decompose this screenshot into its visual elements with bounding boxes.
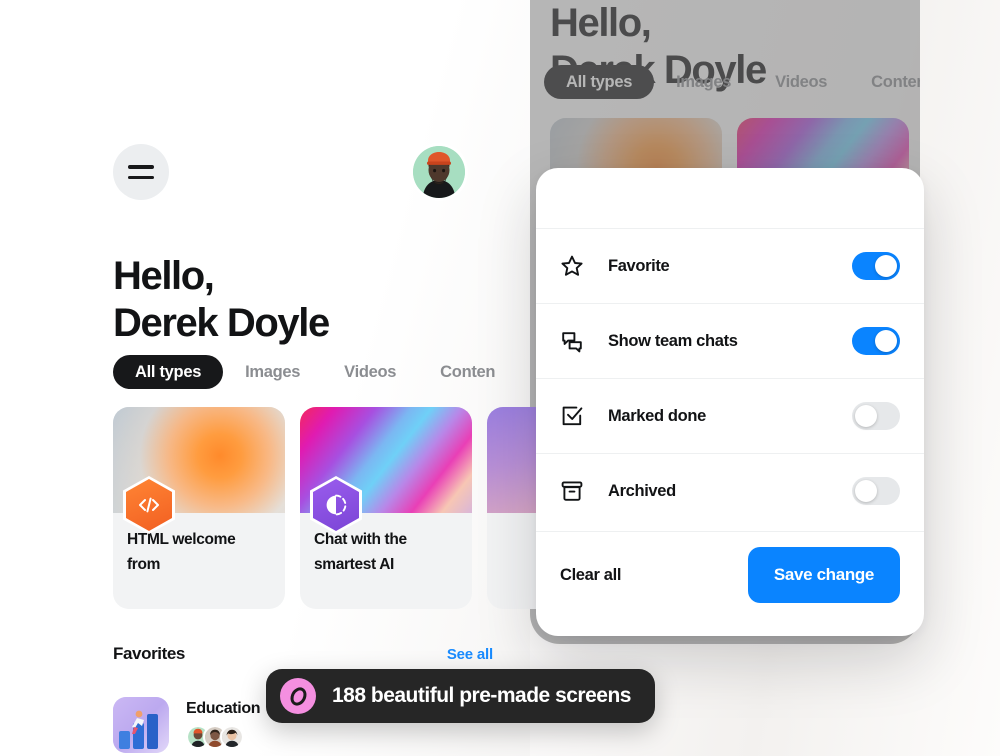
- page-title: Hello, Derek Doyle: [113, 253, 533, 347]
- member-avatar-stack: [186, 725, 260, 749]
- sheet-header: [536, 168, 924, 228]
- hamburger-menu-icon[interactable]: [113, 144, 169, 200]
- favorite-meta: Education: [186, 697, 261, 749]
- setting-label: Archived: [608, 481, 676, 500]
- setting-row-marked-done[interactable]: Marked done: [536, 378, 924, 453]
- card-title-line2: smartest AI: [314, 556, 394, 573]
- education-illustration: [113, 697, 169, 753]
- tab-all-types[interactable]: All types: [113, 355, 224, 389]
- sheet-footer: Clear all Save change: [536, 531, 924, 636]
- promo-banner-text: 188 beautiful pre-made screens: [332, 684, 631, 707]
- toggle-favorite[interactable]: [852, 252, 900, 280]
- toggle-knob: [855, 480, 877, 502]
- favorites-title: Favorites: [113, 644, 185, 663]
- type-filter-tabs: All types Images Videos Conten: [113, 355, 517, 389]
- favorite-name: Education: [186, 700, 261, 717]
- tab-videos[interactable]: Videos: [322, 363, 418, 382]
- top-bar: [113, 144, 465, 200]
- ring-mark-icon: [280, 678, 316, 714]
- greeting-line1: Hello,: [113, 254, 215, 298]
- card-title-line1: Chat with the: [314, 531, 407, 548]
- card-title-line2: from: [127, 556, 161, 573]
- menu-line: [128, 175, 154, 179]
- setting-row-archived[interactable]: Archived: [536, 453, 924, 528]
- tab-images[interactable]: Images: [223, 363, 322, 382]
- card-chat-ai[interactable]: Chat with the smartest AI: [300, 407, 472, 609]
- list-item[interactable]: Education: [113, 697, 261, 753]
- star-icon: [560, 254, 590, 278]
- clear-all-button[interactable]: Clear all: [560, 566, 621, 585]
- favorites-header: Favorites See all: [113, 644, 493, 664]
- favorite-thumbnail: [113, 697, 169, 753]
- setting-label: Show team chats: [608, 331, 738, 350]
- toggle-marked-done[interactable]: [852, 402, 900, 430]
- card-title: Chat with the smartest AI: [314, 527, 458, 577]
- toggle-knob: [855, 405, 877, 427]
- setting-row-favorite[interactable]: Favorite: [536, 228, 924, 303]
- toggle-show-team-chats[interactable]: [852, 327, 900, 355]
- card-html-welcome[interactable]: HTML welcome from: [113, 407, 285, 609]
- setting-row-show-team-chats[interactable]: Show team chats: [536, 303, 924, 378]
- greeting-line2: Derek Doyle: [113, 301, 330, 345]
- menu-line: [128, 165, 154, 169]
- card-title: HTML welcome from: [127, 527, 271, 577]
- see-all-link[interactable]: See all: [447, 646, 493, 663]
- setting-label: Marked done: [608, 406, 706, 425]
- promo-banner[interactable]: 188 beautiful pre-made screens: [266, 669, 655, 723]
- toggle-archived[interactable]: [852, 477, 900, 505]
- avatar[interactable]: [413, 146, 465, 198]
- card-title-line1: HTML welcome: [127, 531, 236, 548]
- tab-content[interactable]: Conten: [418, 363, 517, 382]
- setting-label: Favorite: [608, 256, 670, 275]
- archive-box-icon: [560, 479, 590, 503]
- save-change-button[interactable]: Save change: [747, 547, 900, 603]
- toggle-knob: [875, 330, 897, 352]
- toggle-knob: [875, 255, 897, 277]
- screenshot-canvas: Hello, Derek Doyle All types Images Vide…: [0, 0, 1000, 756]
- check-square-icon: [560, 404, 590, 428]
- filter-settings-sheet: Favorite Show team chats Marked done Arc…: [536, 168, 924, 636]
- avatar-illustration: [413, 146, 465, 198]
- chat-bubbles-icon: [560, 329, 590, 353]
- ring-mark-shape: [286, 684, 310, 708]
- main-screen: Hello, Derek Doyle All types Images Vide…: [0, 0, 659, 756]
- avatar: [220, 725, 244, 749]
